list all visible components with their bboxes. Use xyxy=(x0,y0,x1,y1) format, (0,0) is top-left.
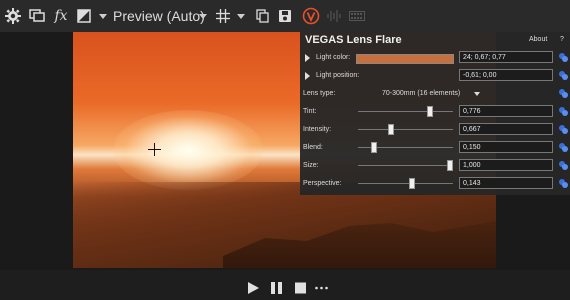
keyframe-icon[interactable] xyxy=(559,161,568,170)
intensity-row: Intensity: 0,667 xyxy=(300,123,570,137)
split-screen-icon[interactable] xyxy=(76,6,92,26)
transport-bar xyxy=(0,270,570,300)
light-position-crosshair[interactable] xyxy=(148,143,161,156)
intensity-slider-track[interactable] xyxy=(358,129,453,130)
expand-triangle-icon[interactable] xyxy=(305,72,310,80)
size-slider-thumb[interactable] xyxy=(447,160,453,171)
perspective-slider-thumb[interactable] xyxy=(408,178,415,189)
tint-slider-thumb[interactable] xyxy=(427,106,434,117)
light-color-label: Light color: xyxy=(316,54,351,61)
size-row: Size: 1,000 xyxy=(300,159,570,173)
light-color-row: Light color: 24; 0,67; 0,77 xyxy=(300,51,570,65)
lens-type-label: Lens type: xyxy=(303,90,336,97)
perspective-slider-track[interactable] xyxy=(358,183,453,184)
preview-quality-dropdown-caret[interactable] xyxy=(198,6,208,26)
film-strip-icon xyxy=(348,6,366,26)
preview-quality-label[interactable]: Preview (Auto) xyxy=(113,6,205,26)
keyframe-icon[interactable] xyxy=(559,53,568,62)
audio-waveform-icon xyxy=(325,6,343,26)
perspective-label: Perspective: xyxy=(303,180,342,187)
stop-icon[interactable] xyxy=(295,279,306,294)
light-color-value[interactable]: 24; 0,67; 0,77 xyxy=(459,51,553,63)
lens-type-select[interactable]: 70-300mm (16 elements) xyxy=(382,90,460,97)
keyframe-icon[interactable] xyxy=(559,143,568,152)
panel-title: VEGAS Lens Flare xyxy=(305,34,402,46)
tint-row: Tint: 0,776 xyxy=(300,105,570,119)
keyframe-icon[interactable] xyxy=(559,125,568,134)
intensity-value[interactable]: 0,667 xyxy=(459,123,553,135)
keyframe-icon[interactable] xyxy=(559,179,568,188)
keyframe-icon[interactable] xyxy=(559,89,568,98)
chevron-down-icon[interactable] xyxy=(474,92,480,96)
gear-icon[interactable] xyxy=(4,6,22,26)
light-position-label: Light position: xyxy=(316,72,360,79)
pause-icon[interactable] xyxy=(271,279,282,294)
tint-value[interactable]: 0,776 xyxy=(459,105,553,117)
light-position-value[interactable]: -0,61; 0,00 xyxy=(459,69,553,81)
size-label: Size: xyxy=(303,162,319,169)
vegas-logo-icon[interactable] xyxy=(301,6,321,26)
copy-snapshot-icon[interactable] xyxy=(254,6,270,26)
light-position-row: Light position: -0,61; 0,00 xyxy=(300,69,570,83)
size-value[interactable]: 1,000 xyxy=(459,159,553,171)
perspective-row: Perspective: 0,143 xyxy=(300,177,570,191)
expand-triangle-icon[interactable] xyxy=(305,54,310,62)
play-icon[interactable] xyxy=(248,279,259,294)
light-color-swatch[interactable] xyxy=(356,54,454,64)
keyframe-icon[interactable] xyxy=(559,107,568,116)
grid-overlay-dropdown-caret[interactable] xyxy=(236,6,246,26)
more-options-icon[interactable] xyxy=(315,279,328,291)
external-monitor-icon[interactable] xyxy=(28,6,46,26)
lens-flare-light xyxy=(113,110,263,190)
blend-label: Blend: xyxy=(303,144,323,151)
blend-value[interactable]: 0,150 xyxy=(459,141,553,153)
about-link[interactable]: About xyxy=(529,36,547,43)
blend-slider-thumb[interactable] xyxy=(371,142,378,153)
split-screen-dropdown-caret[interactable] xyxy=(98,6,108,26)
size-slider-track[interactable] xyxy=(358,165,453,166)
intensity-label: Intensity: xyxy=(303,126,332,133)
keyframe-icon[interactable] xyxy=(559,71,568,80)
preview-toolbar: fx Preview (Auto) xyxy=(0,0,570,32)
tint-label: Tint: xyxy=(303,108,317,115)
grid-overlay-icon[interactable] xyxy=(215,6,231,26)
blend-row: Blend: 0,150 xyxy=(300,141,570,155)
help-link[interactable]: ? xyxy=(560,36,564,43)
save-snapshot-icon[interactable] xyxy=(277,6,293,26)
lens-type-row: Lens type: 70-300mm (16 elements) xyxy=(300,87,570,101)
fx-icon[interactable]: fx xyxy=(52,6,70,26)
tint-slider-track[interactable] xyxy=(358,111,453,112)
intensity-slider-thumb[interactable] xyxy=(387,124,394,135)
perspective-value[interactable]: 0,143 xyxy=(459,177,553,189)
lens-flare-panel: VEGAS Lens Flare About ? Light color: 24… xyxy=(300,32,570,195)
